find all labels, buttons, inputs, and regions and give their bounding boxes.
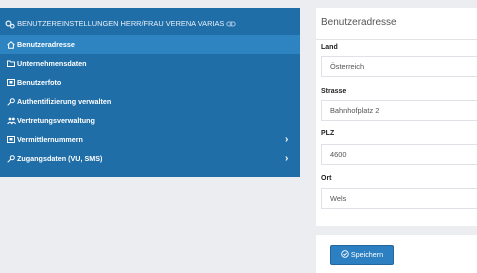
sidebar-item-label: Unternehmensdaten	[17, 59, 87, 68]
key-icon	[7, 92, 17, 111]
sidebar-item-authentifizierung[interactable]: Authentifizierung verwalten	[0, 92, 300, 111]
key-icon	[7, 149, 17, 168]
folder-icon	[7, 54, 17, 73]
save-button[interactable]: Speichern	[330, 245, 394, 265]
users-icon	[7, 111, 17, 130]
sidebar-item-zugangsdaten[interactable]: Zugangsdaten (VU, SMS) ›	[0, 149, 300, 168]
link-icon[interactable]	[226, 19, 237, 28]
save-panel: Speichern	[316, 235, 477, 273]
page-title: Benutzeradresse	[321, 17, 397, 28]
sidebar-item-benutzerfoto[interactable]: Benutzerfoto	[0, 73, 300, 92]
sidebar-item-unternehmensdaten[interactable]: Unternehmensdaten	[0, 54, 300, 73]
sidebar-item-label: Vertretungsverwaltung	[17, 116, 95, 125]
sidebar-item-label: Benutzeradresse	[17, 40, 75, 49]
chevron-right-icon: ›	[285, 134, 289, 145]
land-label: Land	[321, 44, 338, 51]
sidebar-item-label: Zugangsdaten (VU, SMS)	[17, 154, 103, 163]
check-circle-icon	[341, 250, 351, 259]
sidebar-header: BENUTZEREINSTELLUNGEN HERR/FRAU VERENA V…	[5, 17, 295, 31]
sidebar-item-vermittlernummern[interactable]: Vermittlernummern ›	[0, 130, 300, 149]
ort-label: Ort	[321, 175, 332, 182]
settings-sidebar: BENUTZEREINSTELLUNGEN HERR/FRAU VERENA V…	[0, 8, 300, 177]
sidebar-item-benutzeradresse[interactable]: Benutzeradresse	[0, 35, 300, 54]
plz-label: PLZ	[321, 130, 335, 137]
strasse-field[interactable]: Bahnhofplatz 2	[321, 100, 477, 121]
land-field[interactable]: Österreich	[321, 56, 477, 77]
gears-icon	[5, 19, 17, 29]
chevron-right-icon: ›	[285, 153, 289, 164]
save-button-label: Speichern	[350, 250, 384, 259]
ort-field[interactable]: Wels	[321, 188, 477, 209]
sidebar-item-vertretungsverwaltung[interactable]: Vertretungsverwaltung	[0, 111, 300, 130]
plz-field[interactable]: 4600	[321, 144, 477, 165]
sidebar-item-label: Authentifizierung verwalten	[17, 97, 112, 106]
sidebar-header-title: BENUTZEREINSTELLUNGEN HERR/FRAU VERENA V…	[17, 19, 225, 28]
strasse-label: Strasse	[321, 88, 347, 95]
sidebar-item-label: Vermittlernummern	[17, 135, 83, 144]
divider	[316, 39, 477, 40]
id-card-icon	[7, 130, 17, 149]
sidebar-item-label: Benutzerfoto	[17, 78, 62, 87]
home-icon	[7, 35, 17, 54]
address-form-card: Benutzeradresse Land Österreich Strasse …	[316, 8, 477, 226]
id-card-icon	[7, 73, 17, 92]
